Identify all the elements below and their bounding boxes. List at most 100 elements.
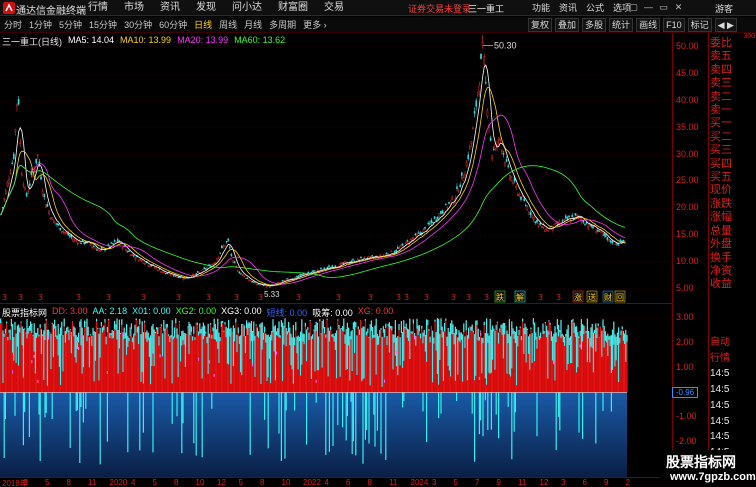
indicator-cyan-bar	[549, 322, 551, 325]
panel-divider[interactable]	[0, 303, 672, 304]
indicator-red-bar	[157, 327, 159, 393]
candle-body	[57, 224, 60, 226]
indicator-down-spike	[328, 392, 330, 452]
tab-period-0[interactable]: 分时	[4, 18, 22, 32]
tick-time[interactable]: 自动	[710, 335, 730, 351]
candle-body	[102, 248, 105, 250]
menu-item-6[interactable]: 交易	[324, 1, 344, 15]
indicator-cyan-bar	[476, 320, 478, 325]
indicator-red-bar	[513, 330, 515, 393]
candle-body	[297, 275, 300, 277]
indicator-down-spike	[595, 392, 597, 444]
restore-icon[interactable]: ▢	[628, 2, 639, 13]
indicator-red-bar	[190, 326, 192, 393]
tab-period-2[interactable]: 5分钟	[59, 18, 82, 32]
time-axis-label: 5	[45, 478, 50, 487]
tab-period-7[interactable]: 周线	[219, 18, 237, 32]
indicator-cyan-bar	[441, 326, 443, 338]
candle-body	[603, 233, 605, 236]
indicator-cyan-bar	[21, 326, 23, 346]
time-axis-label: 8	[174, 478, 179, 487]
indicator-cyan-bar	[116, 318, 118, 340]
menu-item-4[interactable]: 问小达	[232, 1, 262, 15]
minimize-icon[interactable]: —	[643, 2, 654, 13]
indicator-red-bar	[32, 334, 34, 393]
tick-time[interactable]: 14:5	[710, 414, 730, 430]
indicator-red-bar	[147, 332, 149, 393]
tab-period-6[interactable]: 日线	[194, 18, 212, 32]
price-axis-label: 25.00	[676, 175, 699, 186]
tool-button-2[interactable]: 多股	[582, 18, 607, 32]
tab-period-4[interactable]: 30分钟	[124, 18, 152, 32]
quote-field-label: 卖四	[710, 63, 732, 76]
tool-button-4[interactable]: 画线	[636, 18, 661, 32]
indicator-red-bar	[0, 318, 2, 393]
indicator-cyan-bar	[514, 331, 516, 344]
indicator-red-bar	[192, 336, 194, 393]
tool-button-6[interactable]: 标记	[687, 18, 712, 32]
candle-body	[49, 217, 52, 220]
tab-period-1[interactable]: 1分钟	[29, 18, 52, 32]
indicator-cyan-bar	[266, 334, 268, 381]
tick-time[interactable]: 14:5	[710, 429, 730, 445]
indicator-down-spike	[51, 392, 53, 419]
indicator-red-bar	[530, 327, 532, 393]
indicator-cyan-bar	[330, 326, 332, 330]
indicator-cyan-bar	[436, 318, 438, 375]
tool-button-5[interactable]: F10	[663, 18, 685, 32]
candle-body	[576, 214, 578, 217]
tab-period-3[interactable]: 15分钟	[89, 18, 117, 32]
indicator-cyan-bar	[230, 327, 232, 384]
candle-body	[14, 129, 17, 132]
guest-user[interactable]: 游客	[715, 2, 733, 15]
menu-item-0[interactable]: 行情	[88, 1, 108, 15]
indicator-down-spike	[480, 392, 482, 421]
event-marker: 3	[368, 293, 373, 302]
close-icon[interactable]: ✕	[673, 2, 684, 13]
tab-period-5[interactable]: 60分钟	[159, 18, 187, 32]
indicator-cyan-bar	[92, 327, 94, 336]
indicator-cyan-bar	[363, 326, 365, 379]
indicator-red-bar	[520, 336, 522, 393]
menu-item-5[interactable]: 财富圈	[278, 1, 308, 15]
indicator-down-spike	[487, 392, 489, 431]
maximize-icon[interactable]: ▭	[658, 2, 669, 13]
tool-button-3[interactable]: 统计	[609, 18, 634, 32]
indicator-red-bar	[480, 330, 482, 393]
indicator-cyan-bar	[530, 327, 532, 329]
tick-time[interactable]: 14:5	[710, 382, 730, 398]
right-menu-item-1[interactable]: 资讯	[559, 1, 577, 15]
tab-period-8[interactable]: 月线	[244, 18, 262, 32]
tick-time[interactable]: 行情	[710, 351, 730, 367]
indicator-cyan-bar	[301, 319, 303, 365]
right-menu-item-2[interactable]: 公式	[586, 1, 604, 15]
indicator-cyan-bar	[75, 335, 77, 363]
indicator-red-bar	[229, 328, 231, 393]
candle-body	[518, 194, 521, 197]
tool-button-7[interactable]: ◀ ▶	[714, 18, 737, 32]
menu-item-1[interactable]: 市场	[124, 1, 144, 15]
quote-field-label: 总量	[710, 224, 732, 237]
indicator-red-bar	[333, 335, 335, 393]
indicator-down-spike	[345, 392, 347, 441]
candle-body	[201, 269, 204, 272]
right-menu-item-0[interactable]: 功能	[532, 1, 550, 15]
login-warning[interactable]: 证券交易未登录	[408, 2, 471, 15]
tool-button-1[interactable]: 叠加	[555, 18, 580, 32]
menu-item-3[interactable]: 发现	[196, 1, 216, 15]
indicator-cyan-bar	[502, 322, 504, 359]
indicator-cyan-bar	[349, 336, 351, 381]
tick-time[interactable]: 14:5	[710, 398, 730, 414]
tick-time[interactable]: 14:5	[710, 366, 730, 382]
kline-chart[interactable]: 50.305.333 3 3 3 3 3 3 3 3 3 3 3 3 3 3 3 3 3 3 跌解 3 3 涨送财回	[0, 33, 672, 477]
indicator-cyan-bar	[445, 318, 447, 321]
indicator-red-bar	[417, 325, 419, 393]
tab-period-9[interactable]: 多周期	[269, 18, 296, 32]
indicator-cyan-bar	[528, 336, 530, 354]
ma10-line	[0, 86, 626, 286]
tool-button-0[interactable]: 复权	[528, 18, 553, 32]
tab-period-10[interactable]: 更多 ›	[303, 18, 327, 32]
price-axis-label: 5.00	[676, 283, 694, 293]
indicator-red-bar	[279, 335, 281, 393]
menu-item-2[interactable]: 资讯	[160, 1, 180, 15]
